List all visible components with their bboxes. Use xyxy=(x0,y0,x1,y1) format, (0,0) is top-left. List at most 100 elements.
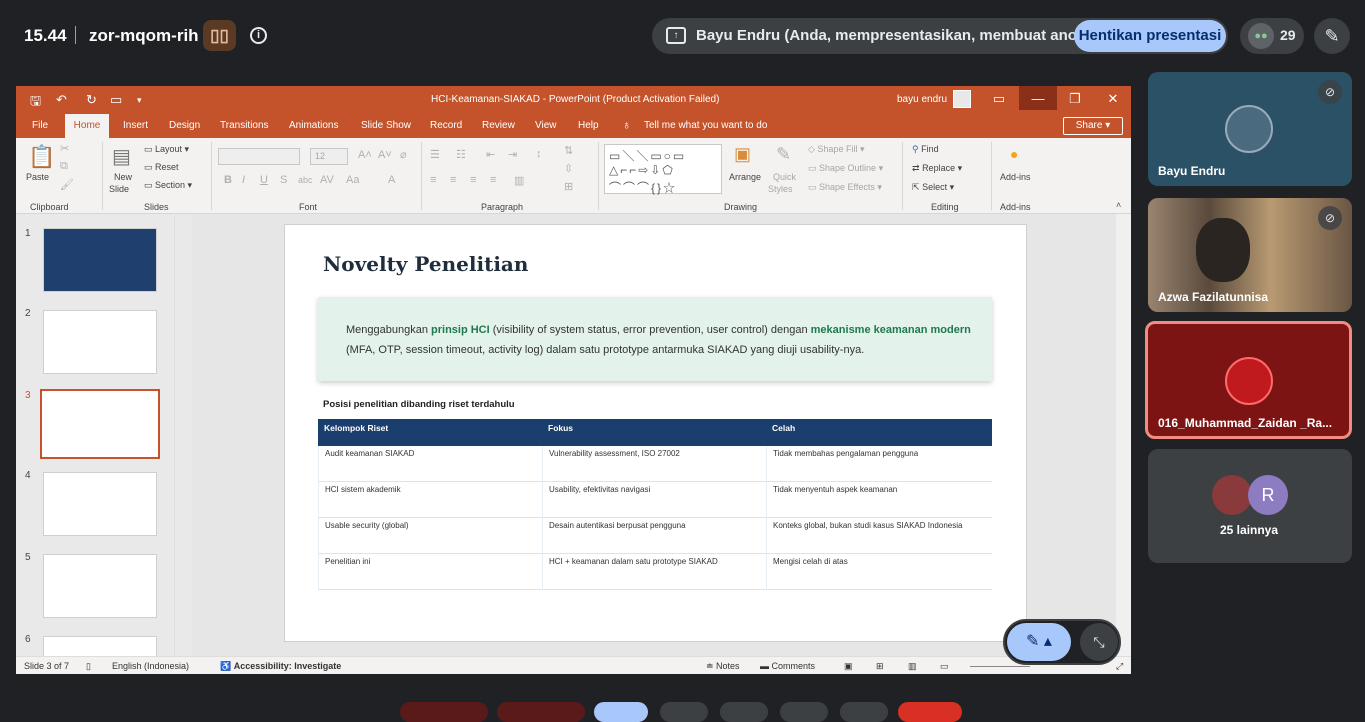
numbering-icon[interactable]: ☷ xyxy=(456,148,466,161)
align-left-icon[interactable]: ≡ xyxy=(430,174,436,186)
tab-slide-show[interactable]: Slide Show xyxy=(361,120,411,131)
layout-button[interactable]: ▭ Layout ▾ xyxy=(144,144,189,155)
shadow-icon[interactable]: S xyxy=(280,174,287,186)
bold-icon[interactable]: B xyxy=(224,174,232,186)
notes-button[interactable]: ≐ Notes xyxy=(706,661,740,672)
customize-toolbar-icon[interactable]: ▾ xyxy=(137,95,142,106)
section-button[interactable]: ▭ Section ▾ xyxy=(144,180,192,191)
slide-thumbnail[interactable] xyxy=(43,472,157,536)
collapse-ribbon-icon[interactable]: ˄ xyxy=(1116,200,1121,210)
underline-icon[interactable]: U xyxy=(260,174,268,186)
italic-icon[interactable]: I xyxy=(242,174,245,186)
slideshow-view-icon[interactable]: ▭ xyxy=(940,661,949,672)
control-button[interactable] xyxy=(594,702,648,722)
justify-icon[interactable]: ≡ xyxy=(490,174,496,186)
table-caption[interactable]: Posisi penelitian dibanding riset terdah… xyxy=(323,399,515,410)
share-button[interactable]: Share ▾ xyxy=(1063,117,1123,135)
shapes-gallery[interactable]: ▭＼＼▭○▭ △⌐⌐⇨⇩⬠ ⌒⌒⌒{}☆ xyxy=(604,144,722,196)
control-button[interactable] xyxy=(840,702,888,722)
close-icon[interactable]: ✕ xyxy=(1104,90,1122,108)
annotate-pen-icon[interactable]: ✎ xyxy=(1314,18,1350,54)
columns-icon[interactable]: ▥ xyxy=(514,174,524,187)
smartart-icon[interactable]: ⊞ xyxy=(564,180,573,193)
shapes-row-3-icon[interactable]: ⌒⌒⌒{}☆ xyxy=(609,179,677,196)
tab-home[interactable]: Home xyxy=(65,114,109,138)
shape-effects-button[interactable]: ▭ Shape Effects ▾ xyxy=(808,182,882,193)
quick-styles-icon[interactable]: ✎ xyxy=(776,144,791,165)
tell-me-search[interactable]: Tell me what you want to do xyxy=(644,120,767,131)
participant-tile[interactable]: Azwa Fazilatunnisa ⊘ xyxy=(1148,198,1352,312)
tab-file[interactable]: File xyxy=(32,120,48,131)
arrange-icon[interactable]: ▣ xyxy=(734,144,751,165)
tab-insert[interactable]: Insert xyxy=(123,120,148,131)
replace-button[interactable]: ⇄ Replace ▾ xyxy=(912,163,962,174)
thumbnails-scrollbar[interactable] xyxy=(174,216,186,656)
minimize-controls-icon[interactable]: ⤡ xyxy=(1080,623,1118,661)
quick-styles-label-2[interactable]: Styles xyxy=(768,184,793,194)
tab-review[interactable]: Review xyxy=(482,120,515,131)
new-slide-label[interactable]: New xyxy=(114,172,132,182)
format-painter-icon[interactable]: 🖌 xyxy=(60,178,74,191)
cut-icon[interactable]: ✂ xyxy=(60,142,69,155)
slide-sorter-icon[interactable]: ⊞ xyxy=(876,661,884,672)
new-slide-label-2[interactable]: Slide xyxy=(109,184,129,194)
tab-design[interactable]: Design xyxy=(169,120,200,131)
tab-record[interactable]: Record xyxy=(430,120,462,131)
info-icon[interactable]: i xyxy=(250,27,267,44)
change-case-icon[interactable]: Aa xyxy=(346,174,359,186)
tab-view[interactable]: View xyxy=(535,120,557,131)
comments-button[interactable]: ▬ Comments xyxy=(760,661,815,671)
shapes-row-1-icon[interactable]: ▭＼＼▭○▭ xyxy=(609,147,686,164)
slide-thumbnail[interactable] xyxy=(43,310,157,374)
copy-icon[interactable]: ⧉ xyxy=(60,160,68,173)
paste-icon[interactable]: 📋 xyxy=(28,144,55,170)
paste-label[interactable]: Paste xyxy=(26,172,49,182)
font-color-icon[interactable]: A xyxy=(388,174,395,186)
user-avatar[interactable] xyxy=(953,90,971,108)
addins-icon[interactable]: ● xyxy=(1010,146,1018,162)
control-button[interactable] xyxy=(780,702,828,722)
tab-help[interactable]: Help xyxy=(578,120,599,131)
spelling-icon[interactable]: ▯ xyxy=(86,661,91,672)
slide-thumbnail-selected[interactable] xyxy=(40,389,160,459)
control-button[interactable] xyxy=(497,702,585,722)
accessibility-status[interactable]: ♿ Accessibility: Investigate xyxy=(220,661,341,672)
others-tile[interactable]: R 25 lainnya xyxy=(1148,449,1352,563)
slide-thumbnail[interactable] xyxy=(43,228,157,292)
novelty-callout-text[interactable]: Menggabungkan prinsip HCI (visibility of… xyxy=(346,320,976,360)
addins-label[interactable]: Add-ins xyxy=(1000,172,1031,182)
shapes-row-2-icon[interactable]: △⌐⌐⇨⇩⬠ xyxy=(609,163,675,177)
quick-styles-label[interactable]: Quick xyxy=(773,172,796,182)
bullets-icon[interactable]: ☰ xyxy=(430,148,440,161)
new-slide-icon[interactable]: ▤ xyxy=(112,144,131,169)
shape-fill-button[interactable]: ◇ Shape Fill ▾ xyxy=(808,144,864,155)
minimize-icon[interactable]: — xyxy=(1029,90,1047,108)
control-button[interactable] xyxy=(660,702,708,722)
participant-tile[interactable]: Bayu Endru ⊘ xyxy=(1148,72,1352,186)
ribbon-display-icon[interactable]: ▭ xyxy=(990,90,1008,108)
clear-format-icon[interactable]: ⌀ xyxy=(400,148,407,161)
normal-view-icon[interactable]: ▣ xyxy=(844,661,853,672)
align-right-icon[interactable]: ≡ xyxy=(470,174,476,186)
save-icon[interactable]: 🖫 xyxy=(30,92,41,114)
increase-indent-icon[interactable]: ⇥ xyxy=(508,148,517,161)
vertical-scrollbar[interactable] xyxy=(1116,214,1131,656)
tab-animations[interactable]: Animations xyxy=(289,120,338,131)
increase-font-icon[interactable]: A˄ xyxy=(358,149,372,161)
fit-to-window-icon[interactable]: ⤢ xyxy=(1116,661,1123,672)
arrange-label[interactable]: Arrange xyxy=(729,172,761,182)
decrease-font-icon[interactable]: A˅ xyxy=(378,149,392,161)
leave-call-button[interactable] xyxy=(898,702,962,722)
strikethrough-icon[interactable]: abc xyxy=(298,175,313,185)
undo-icon[interactable]: ↶ xyxy=(56,92,67,108)
align-text-icon[interactable]: ⇳ xyxy=(564,162,573,175)
reading-view-icon[interactable]: ▥ xyxy=(908,661,917,672)
start-slideshow-icon[interactable]: ▭ xyxy=(110,92,122,108)
slide-title[interactable]: Novelty Penelitian xyxy=(323,252,528,276)
redo-icon[interactable]: ↻ xyxy=(86,92,97,108)
align-center-icon[interactable]: ≡ xyxy=(450,174,456,186)
control-button[interactable] xyxy=(720,702,768,722)
line-spacing-icon[interactable]: ↕ xyxy=(536,148,542,160)
restore-icon[interactable]: ❐ xyxy=(1066,90,1084,108)
reset-button[interactable]: ▭ Reset xyxy=(144,162,179,173)
